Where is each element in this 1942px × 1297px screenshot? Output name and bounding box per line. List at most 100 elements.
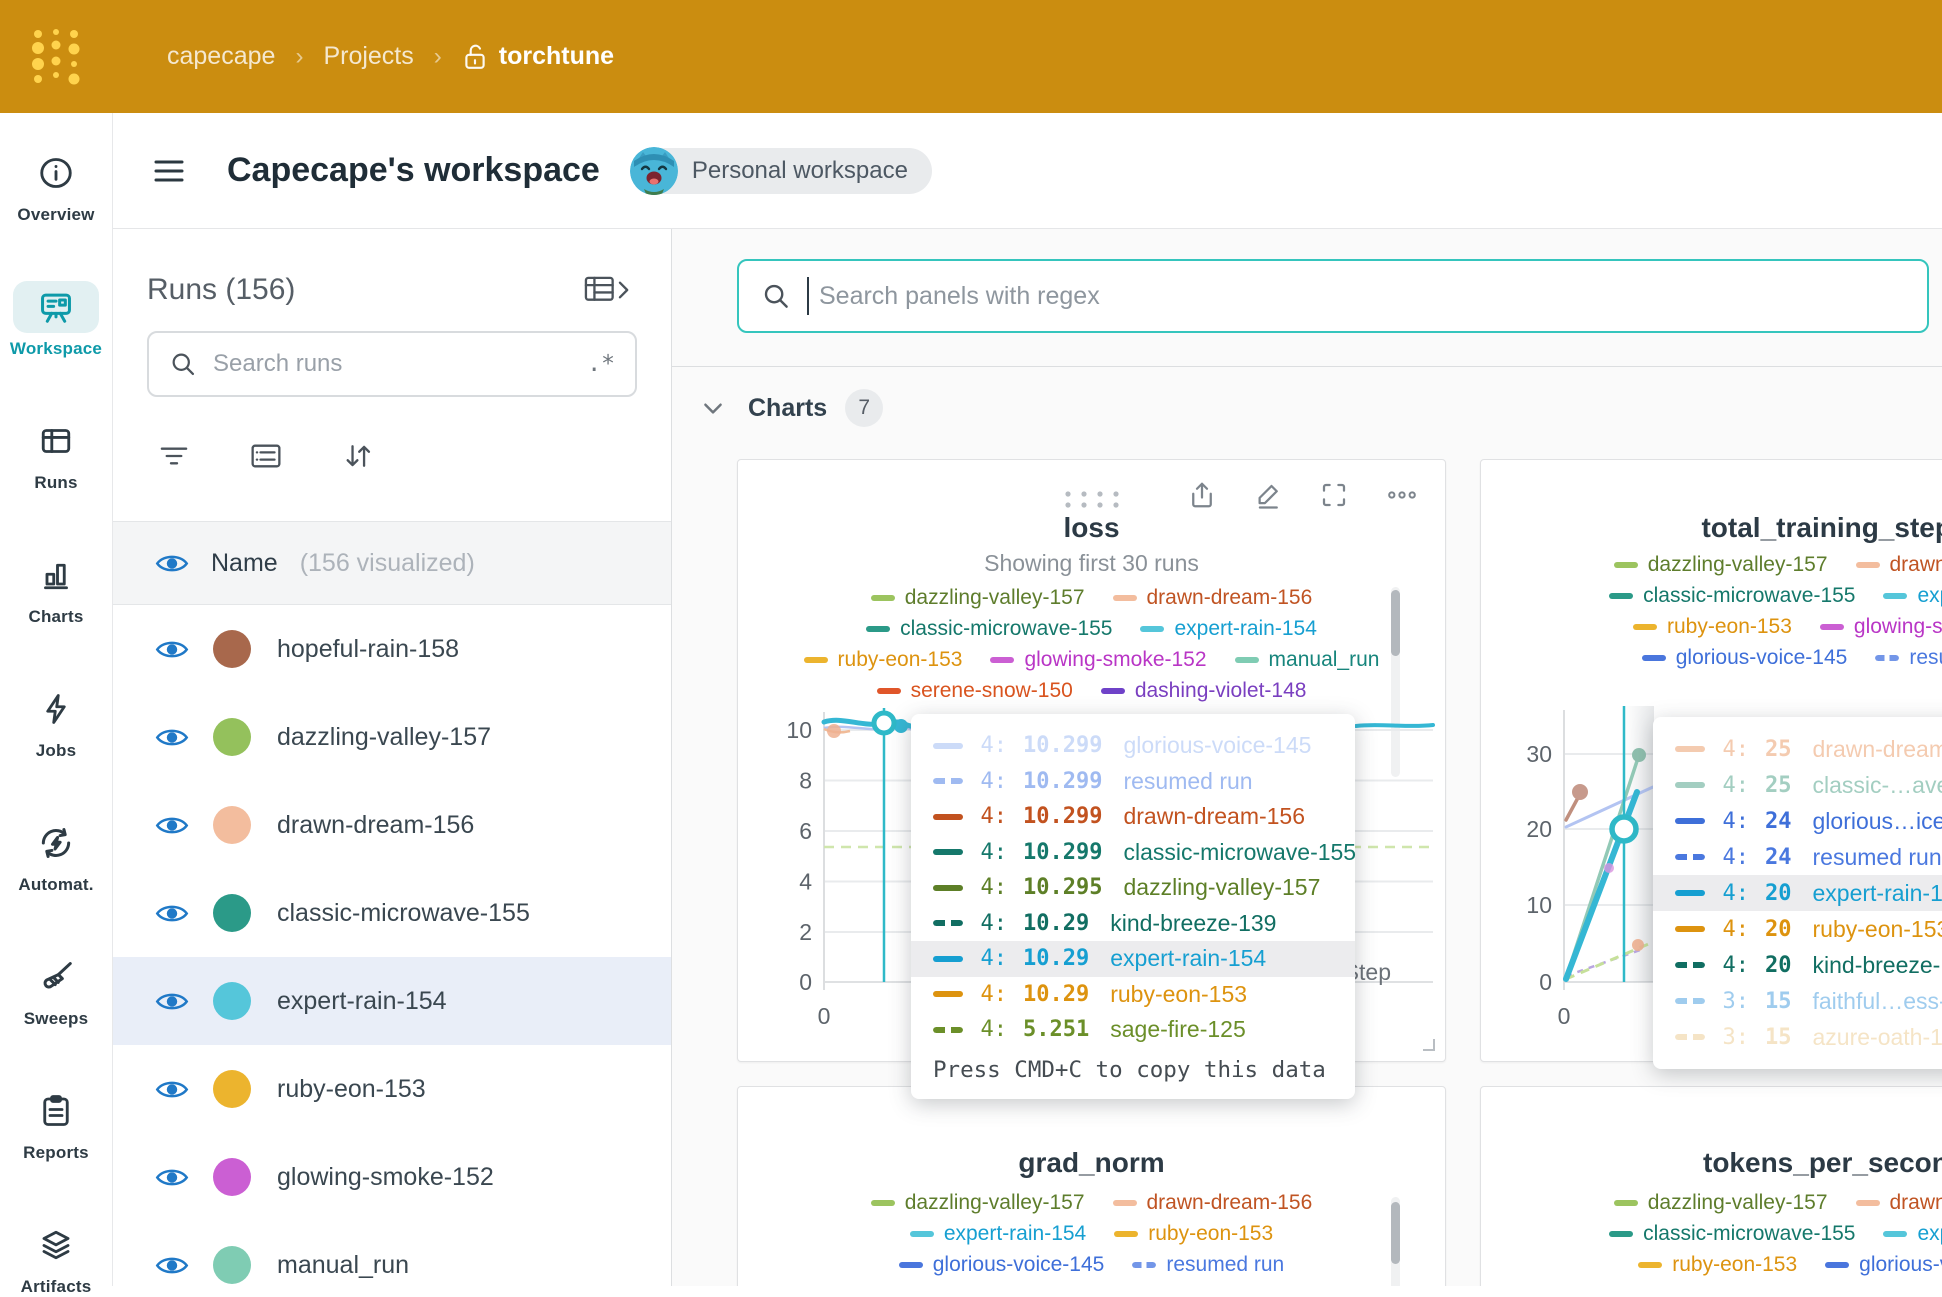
legend-run-label: drawn-dream-156 <box>1890 553 1942 577</box>
run-row[interactable]: hopeful-rain-158 <box>113 605 671 693</box>
breadcrumb-entity[interactable]: capecape <box>167 42 275 71</box>
legend-item[interactable]: drawn-dream-156 <box>1113 586 1313 610</box>
breadcrumb-projects[interactable]: Projects <box>323 42 413 71</box>
legend-item[interactable]: glorious-voice-145 <box>1642 646 1848 670</box>
regex-toggle[interactable]: .* <box>587 351 615 377</box>
run-row[interactable]: glowing-smoke-152 <box>113 1133 671 1221</box>
sidebar-item-sweeps[interactable]: Sweeps <box>13 951 99 1029</box>
legend-item[interactable]: classic-microwave-155 <box>1609 1222 1855 1246</box>
legend-item[interactable]: drawn-dream-156 <box>1856 553 1942 577</box>
legend-item[interactable]: serene-snow-150 <box>877 679 1073 703</box>
edit-pencil-icon[interactable] <box>1253 480 1283 510</box>
legend-run-label: expert-rain-154 <box>1917 584 1942 608</box>
legend-item[interactable]: glowing-smoke-152 <box>990 648 1206 672</box>
run-name[interactable]: drawn-dream-156 <box>277 811 474 840</box>
group-list-icon[interactable] <box>249 441 283 471</box>
search-runs-input[interactable] <box>211 349 573 379</box>
filter-icon[interactable] <box>157 441 191 471</box>
legend-item[interactable]: classic-microwave-155 <box>866 617 1112 641</box>
breadcrumb-project[interactable]: torchtune <box>462 42 614 71</box>
sidebar-item-workspace[interactable]: Workspace <box>10 281 102 359</box>
svg-text:30: 30 <box>1526 741 1552 767</box>
legend-item[interactable]: glowing-smoke-152 <box>1820 615 1942 639</box>
run-name[interactable]: dazzling-valley-157 <box>277 723 491 752</box>
sidebar-item-reports[interactable]: Reports <box>13 1085 99 1163</box>
menu-hamburger-icon[interactable] <box>153 158 185 184</box>
workspace-badge[interactable]: Personal workspace <box>630 147 932 195</box>
section-title-charts[interactable]: Charts <box>748 394 827 423</box>
legend-item[interactable]: classic-microwave-155 <box>1609 584 1855 608</box>
more-options-icon[interactable] <box>1385 480 1419 510</box>
legend-item[interactable]: glorious-voice-145 <box>1825 1253 1942 1277</box>
run-name[interactable]: hopeful-rain-158 <box>277 635 459 664</box>
visibility-eye-icon[interactable] <box>155 1253 189 1278</box>
sidebar-item-charts[interactable]: Charts <box>13 549 99 627</box>
legend-item[interactable]: ruby-eon-153 <box>1638 1253 1797 1277</box>
fullscreen-icon[interactable] <box>1319 480 1349 510</box>
run-row[interactable]: classic-microwave-155 <box>113 869 671 957</box>
breadcrumb: capecape › Projects › torchtune <box>167 42 614 71</box>
chevron-down-icon[interactable] <box>700 395 726 421</box>
legend-item[interactable]: dazzling-valley-157 <box>871 1191 1085 1215</box>
legend-item[interactable]: resumed run <box>1132 1253 1284 1277</box>
visibility-eye-icon[interactable] <box>155 1077 189 1102</box>
sidebar-item-artifacts[interactable]: Artifacts <box>13 1219 99 1297</box>
chart-panel-grad-norm[interactable]: grad_norm dazzling-valley-157 <box>737 1086 1446 1286</box>
run-row[interactable]: manual_run <box>113 1221 671 1286</box>
visibility-eye-icon[interactable] <box>155 551 189 576</box>
legend-item[interactable]: dazzling-valley-157 <box>1614 1191 1828 1215</box>
run-name[interactable]: glowing-smoke-152 <box>277 1163 494 1192</box>
tooltip-step: 4: <box>1717 881 1749 906</box>
run-row[interactable]: ruby-eon-153 <box>113 1045 671 1133</box>
visibility-eye-icon[interactable] <box>155 813 189 838</box>
legend-item[interactable]: expert-rain-154 <box>910 1222 1086 1246</box>
tooltip-run-name: glorious…ice-145 <box>1813 808 1942 835</box>
legend-scrollbar-thumb[interactable] <box>1391 590 1400 656</box>
drag-handle-icon[interactable] <box>1060 488 1124 510</box>
visibility-eye-icon[interactable] <box>155 637 189 662</box>
legend-scrollbar-thumb[interactable] <box>1391 1202 1400 1264</box>
visibility-eye-icon[interactable] <box>155 989 189 1014</box>
legend-item[interactable]: expert-rain-154 <box>1140 617 1316 641</box>
visibility-eye-icon[interactable] <box>155 1165 189 1190</box>
run-name[interactable]: expert-rain-154 <box>277 987 447 1016</box>
legend-item[interactable]: resumed run <box>1875 646 1942 670</box>
legend-item[interactable]: ruby-eon-153 <box>1633 615 1792 639</box>
legend-item[interactable]: drawn-dream-156 <box>1113 1191 1313 1215</box>
run-name[interactable]: ruby-eon-153 <box>277 1075 426 1104</box>
legend-item[interactable]: ruby-eon-153 <box>1114 1222 1273 1246</box>
legend-item[interactable]: manual_run <box>1235 648 1380 672</box>
tooltip-swatch <box>933 885 963 891</box>
run-name[interactable]: manual_run <box>277 1251 409 1280</box>
export-icon[interactable] <box>1187 480 1217 510</box>
sidebar-item-runs[interactable]: Runs <box>13 415 99 493</box>
run-name[interactable]: classic-microwave-155 <box>277 899 530 928</box>
sort-icon[interactable] <box>341 440 375 472</box>
legend-item[interactable]: dashing-violet-148 <box>1101 679 1307 703</box>
chart-panel-tokens-per-second[interactable]: tokens_per_second dazzling-valley-157 <box>1480 1086 1942 1286</box>
legend-item[interactable]: expert-rain-154 <box>1883 584 1942 608</box>
resize-handle[interactable] <box>1421 1037 1437 1053</box>
run-row[interactable]: expert-rain-154 <box>113 957 671 1045</box>
wandb-dots-icon <box>26 26 88 88</box>
sidebar-item-jobs[interactable]: Jobs <box>13 683 99 761</box>
wandb-logo[interactable] <box>0 26 113 88</box>
visibility-eye-icon[interactable] <box>155 725 189 750</box>
run-row[interactable]: dazzling-valley-157 <box>113 693 671 781</box>
open-lock-icon <box>462 43 488 71</box>
run-row[interactable]: drawn-dream-156 <box>113 781 671 869</box>
sidebar-item-automations[interactable]: Automat. <box>13 817 99 895</box>
column-header-name[interactable]: Name <box>211 549 278 578</box>
sidebar-item-overview[interactable]: Overview <box>13 147 99 225</box>
legend-item[interactable]: drawn-dream-156 <box>1856 1191 1942 1215</box>
legend-item[interactable]: dazzling-valley-157 <box>871 586 1085 610</box>
legend-swatch <box>1633 624 1657 630</box>
legend-item[interactable]: glorious-voice-145 <box>899 1253 1105 1277</box>
expand-table-button[interactable] <box>583 273 635 307</box>
search-panels-input[interactable] <box>817 281 1905 312</box>
legend-item[interactable]: dazzling-valley-157 <box>1614 553 1828 577</box>
tooltip-value: 5.251 <box>1023 1017 1089 1042</box>
visibility-eye-icon[interactable] <box>155 901 189 926</box>
legend-item[interactable]: expert-rain-154 <box>1883 1222 1942 1246</box>
legend-item[interactable]: ruby-eon-153 <box>804 648 963 672</box>
